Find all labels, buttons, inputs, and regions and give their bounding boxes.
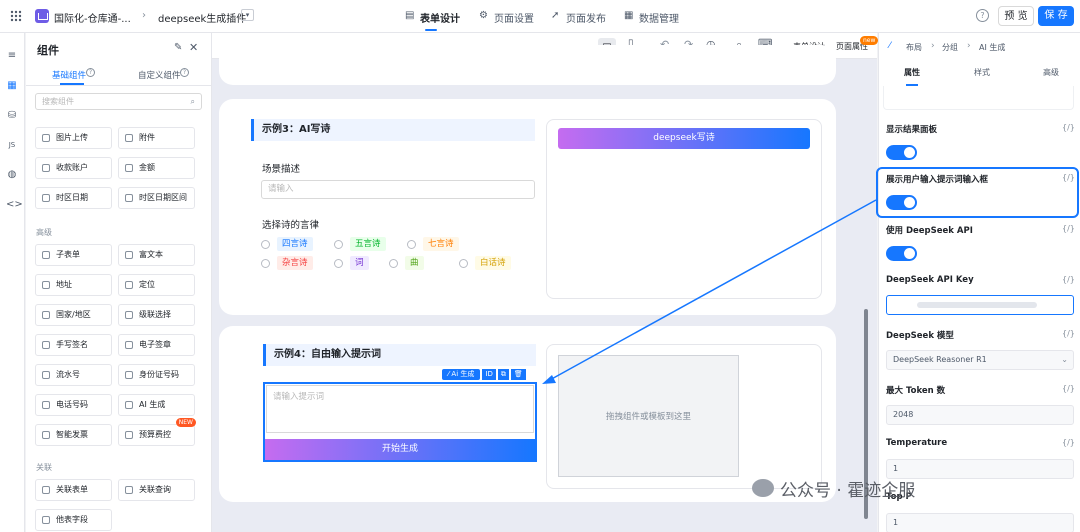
annotation-arrow	[542, 199, 877, 384]
watermark-text: 公众号 · 霍迹企服	[780, 480, 916, 501]
watermark: 公众号 · 霍迹企服	[752, 474, 915, 502]
wechat-icon	[752, 479, 774, 497]
